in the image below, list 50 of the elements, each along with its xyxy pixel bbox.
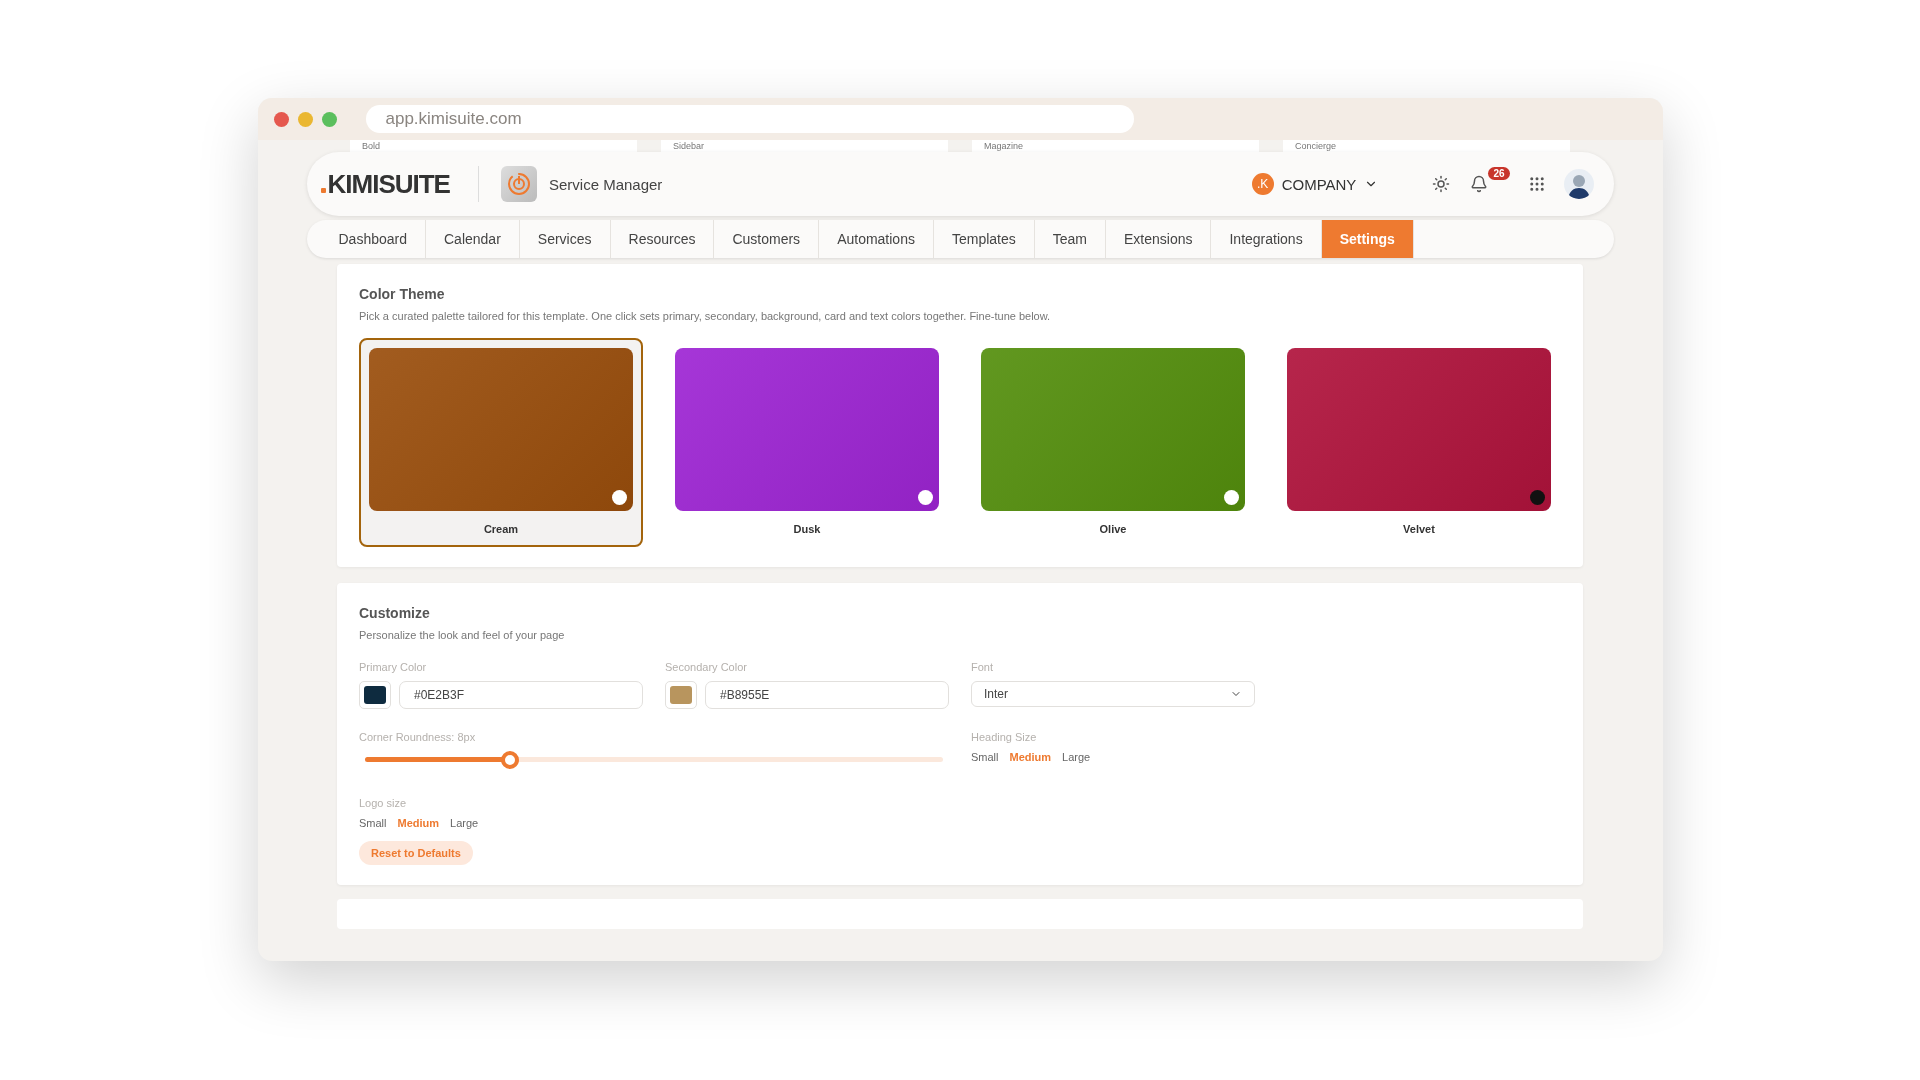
nav-tab[interactable]: Calendar <box>426 220 520 258</box>
nav-tab[interactable]: Integrations <box>1211 220 1322 258</box>
section-title: Color Theme <box>359 286 446 302</box>
size-option[interactable]: Small <box>971 751 999 763</box>
slider-thumb[interactable] <box>500 751 519 769</box>
color-picker[interactable] <box>359 681 391 709</box>
field-label: Secondary Color <box>665 661 748 673</box>
nav-tab[interactable]: Team <box>1034 220 1106 258</box>
app-name: Service Manager <box>548 175 663 193</box>
section-title: Customize <box>359 605 431 621</box>
field-label: Heading Size <box>971 731 1038 743</box>
company-switcher[interactable]: .K COMPANY <box>1251 173 1379 195</box>
nav-tab[interactable]: Templates <box>933 220 1035 258</box>
nav-tab[interactable]: Dashboard <box>320 220 426 258</box>
palette-option[interactable]: Cream <box>359 338 643 547</box>
section-description: Pick a curated palette tailored for this template. One click sets primary, secondary, background, card and text colors together. Fine-tune below. <box>359 310 1052 322</box>
nav-tab[interactable]: Customers <box>714 220 820 258</box>
size-option[interactable]: Large <box>1062 751 1091 763</box>
section-description: Personalize the look and feel of your page <box>359 629 566 641</box>
palette-option[interactable]: Velvet <box>1277 338 1561 547</box>
notification-count-badge: 26 <box>1488 166 1510 180</box>
close-icon[interactable] <box>273 111 289 127</box>
user-avatar[interactable] <box>1563 169 1594 199</box>
notification-bell-icon[interactable] <box>1470 175 1489 193</box>
nav-tab[interactable]: Services <box>519 220 611 258</box>
font-dropdown[interactable]: Inter <box>971 681 1255 707</box>
app-icon <box>500 166 537 202</box>
field-label: Logo size <box>359 797 408 809</box>
size-option[interactable]: Small <box>359 817 387 829</box>
field-label: Primary Color <box>359 661 428 673</box>
logo[interactable]: KIMISUITE <box>327 168 450 200</box>
maximize-icon[interactable] <box>321 111 337 127</box>
field-label: Font <box>971 661 994 673</box>
template-card-label: Bold <box>350 140 637 152</box>
color-picker[interactable] <box>665 681 697 709</box>
minimize-icon[interactable] <box>297 111 313 127</box>
size-option[interactable]: Large <box>450 817 479 829</box>
nav-tab[interactable]: Resources <box>610 220 715 258</box>
hex-input-field[interactable]: #0E2B3F <box>399 681 643 709</box>
field-label: Corner Roundness: 8px <box>359 731 477 743</box>
address-bar[interactable]: app.kimisuite.com <box>365 105 1134 133</box>
template-card-label: Magazine <box>972 140 1259 152</box>
corner-roundness-slider[interactable] <box>365 751 943 769</box>
palette-option[interactable]: Olive <box>971 338 1255 547</box>
nav-tab[interactable]: Extensions <box>1106 220 1212 258</box>
template-card-label: Concierge <box>1283 140 1570 152</box>
template-card-label: Sidebar <box>661 140 948 152</box>
hex-input-field[interactable]: #B8955E <box>705 681 949 709</box>
palette-option[interactable]: Dusk <box>665 338 949 547</box>
nav-tab[interactable]: Automations <box>819 220 934 258</box>
